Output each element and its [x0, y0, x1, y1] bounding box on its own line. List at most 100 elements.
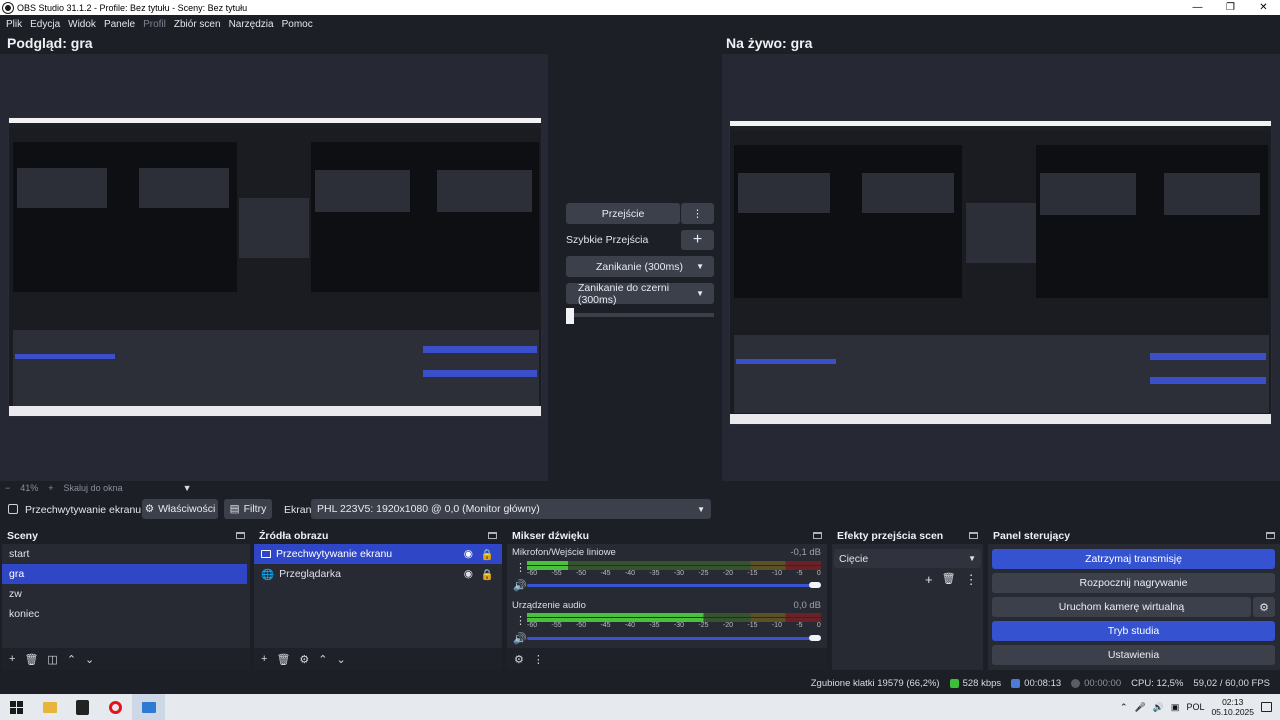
remove-transition-trash-icon[interactable]: 🗑: [942, 572, 956, 588]
move-up-icon[interactable]: ⌃: [318, 653, 327, 666]
remove-scene-trash-icon[interactable]: 🗑: [24, 653, 38, 666]
volume-meter: [527, 613, 821, 617]
track-name: Mikrofon/Wejście liniowe: [512, 547, 616, 558]
transition-select[interactable]: Cięcie ▼: [834, 549, 981, 568]
track-db: 0,0 dB: [793, 600, 821, 611]
more-vertical-icon[interactable]: ⋮: [515, 561, 526, 574]
menu-file[interactable]: Plik: [2, 19, 26, 30]
scene-item[interactable]: start: [2, 544, 250, 564]
windows-taskbar: ⌃ 🎤 🔊 ▣ POL 02:13 05.10.2025: [0, 694, 1280, 720]
add-source-plus-icon[interactable]: +: [261, 653, 267, 665]
scene-item-active[interactable]: gra: [2, 564, 247, 584]
scene-item[interactable]: zw: [2, 584, 250, 604]
zoom-out-button[interactable]: −: [5, 483, 10, 493]
scene-item[interactable]: koniec: [2, 604, 250, 624]
undock-icon[interactable]: [969, 532, 978, 539]
menu-view[interactable]: Widok: [64, 19, 100, 30]
audio-mixer-dock: Mikser dźwięku Mikrofon/Wejście liniowe …: [507, 527, 827, 670]
move-up-icon[interactable]: ⌃: [67, 653, 76, 666]
move-down-icon[interactable]: ⌄: [337, 653, 346, 666]
chevron-down-icon[interactable]: ▼: [183, 483, 192, 493]
notifications-icon[interactable]: [1261, 702, 1272, 712]
close-button[interactable]: ✕: [1247, 0, 1280, 15]
move-down-icon[interactable]: ⌄: [85, 653, 94, 666]
scene-filters-icon[interactable]: ◫: [47, 653, 57, 666]
start-virtual-camera-button[interactable]: Uruchom kamerę wirtualną: [992, 597, 1251, 617]
display-select[interactable]: PHL 223V5: 1920x1080 @ 0,0 (Monitor głów…: [311, 499, 711, 519]
language-indicator[interactable]: POL: [1186, 702, 1204, 712]
epic-games-icon[interactable]: [66, 694, 99, 720]
more-vertical-icon[interactable]: ⋮: [681, 203, 714, 224]
lock-icon[interactable]: 🔒: [481, 568, 494, 581]
add-transition-plus-icon[interactable]: +: [925, 572, 933, 588]
add-quick-transition-plus-icon[interactable]: +: [681, 230, 714, 250]
meter-tick-label: -30: [673, 622, 685, 629]
meter-tick-label: -35: [649, 570, 660, 577]
restore-button[interactable]: ❐: [1214, 0, 1247, 15]
speaker-icon[interactable]: 🔊: [513, 579, 527, 592]
source-properties-gear-icon[interactable]: ⚙: [299, 653, 309, 666]
advanced-audio-gear-icon[interactable]: ⚙: [514, 653, 524, 666]
undock-icon[interactable]: [1266, 532, 1275, 539]
undock-icon[interactable]: [488, 532, 497, 539]
undock-icon[interactable]: [813, 532, 822, 539]
program-canvas: [722, 54, 1280, 481]
chevron-up-icon[interactable]: ⌃: [1120, 702, 1128, 713]
stream-time: 00:08:13: [1024, 678, 1062, 689]
remove-source-trash-icon[interactable]: 🗑: [276, 653, 290, 666]
transition-button[interactable]: Przejście: [566, 203, 680, 224]
zoom-in-button[interactable]: +: [48, 483, 53, 493]
tbar-handle[interactable]: [566, 308, 574, 324]
start-recording-button[interactable]: Rozpocznij nagrywanie: [992, 573, 1275, 593]
filters-button[interactable]: ▤ Filtry: [224, 499, 272, 519]
more-vertical-icon[interactable]: ⋮: [533, 653, 544, 666]
settings-button[interactable]: Ustawienia: [992, 645, 1275, 665]
more-vertical-icon[interactable]: ⋮: [515, 614, 526, 627]
meter-tick-label: 0: [816, 570, 821, 577]
minimize-button[interactable]: —: [1181, 0, 1214, 15]
eye-icon[interactable]: ◉: [464, 548, 473, 561]
preview-zoom-bar: − 41% + Skaluj do okna ▼: [5, 482, 205, 494]
studio-mode-button[interactable]: Tryb studia: [992, 621, 1275, 641]
menu-tools[interactable]: Narzędzia: [225, 19, 278, 30]
lock-icon[interactable]: 🔒: [481, 548, 494, 561]
file-explorer-icon[interactable]: [33, 694, 66, 720]
undock-icon[interactable]: [236, 532, 245, 539]
quick-transition-fade[interactable]: Zanikanie (300ms) ▼: [566, 256, 714, 277]
scale-to-window[interactable]: Skaluj do okna: [64, 483, 123, 493]
speaker-icon[interactable]: 🔊: [513, 632, 527, 645]
volume-slider-knob[interactable]: [809, 582, 821, 588]
meter-tick-label: -35: [649, 622, 660, 629]
volume-icon[interactable]: 🔊: [1153, 702, 1164, 713]
opera-icon[interactable]: [99, 694, 132, 720]
eye-icon[interactable]: ◉: [464, 568, 473, 581]
source-item[interactable]: 🌐 Przeglądarka ◉ 🔒: [254, 564, 502, 584]
status-bar: Zgubione klatki 19579 (66,2%) 528 kbps 0…: [0, 673, 1280, 694]
volume-slider-track[interactable]: [527, 637, 821, 640]
windows-start-icon[interactable]: [0, 694, 33, 720]
stop-streaming-button[interactable]: Zatrzymaj transmisję: [992, 549, 1275, 569]
menu-scene-collection[interactable]: Zbiór scen: [170, 19, 225, 30]
microphone-icon[interactable]: 🎤: [1134, 702, 1145, 713]
menu-profile[interactable]: Profil: [139, 19, 170, 30]
source-item-active[interactable]: Przechwytywanie ekranu ◉ 🔒: [254, 544, 502, 564]
volume-slider-track[interactable]: [527, 584, 821, 587]
meter-tick-label: -15: [747, 570, 758, 577]
add-scene-plus-icon[interactable]: +: [9, 653, 15, 665]
clock[interactable]: 02:13 05.10.2025: [1211, 697, 1254, 717]
quick-transition-fade-black[interactable]: Zanikanie do czerni (300ms) ▼: [566, 282, 714, 306]
network-icon[interactable]: ▣: [1171, 702, 1180, 713]
more-vertical-icon[interactable]: ⋮: [965, 572, 978, 588]
virtual-camera-settings-gear-icon[interactable]: ⚙: [1253, 597, 1275, 617]
menu-docks[interactable]: Panele: [100, 19, 139, 30]
bitrate: 528 kbps: [962, 678, 1002, 689]
recording-icon: [1071, 679, 1081, 688]
quick-transition-fade-label: Zanikanie (300ms): [596, 260, 683, 273]
preview-canvas[interactable]: [0, 54, 548, 481]
properties-button[interactable]: ⚙ Właściwości: [142, 499, 218, 519]
obs-taskbar-icon[interactable]: [132, 694, 165, 720]
volume-slider-knob[interactable]: [809, 635, 821, 641]
menu-edit[interactable]: Edycja: [26, 19, 64, 30]
track-name: Urządzenie audio: [512, 600, 586, 611]
menu-help[interactable]: Pomoc: [278, 19, 317, 30]
